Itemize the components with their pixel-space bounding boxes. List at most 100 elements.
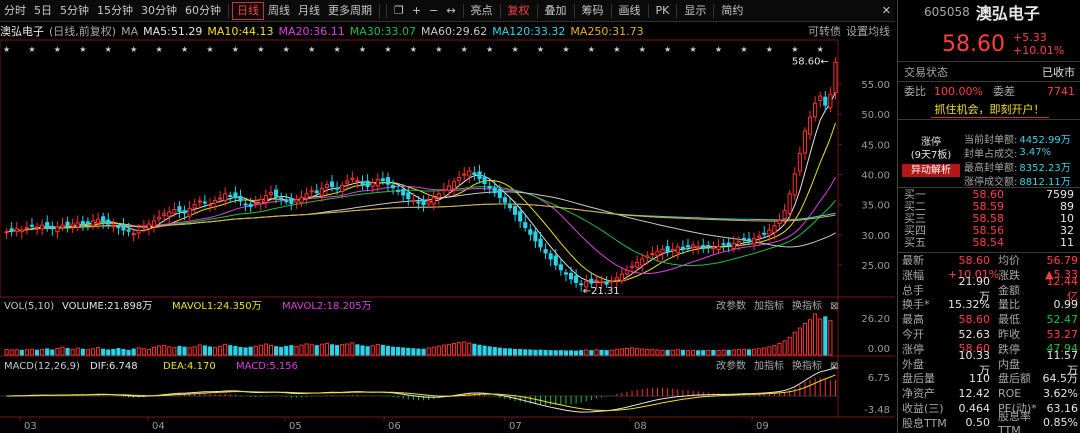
candle[interactable] — [441, 182, 446, 196]
candle[interactable] — [75, 215, 80, 232]
event-marker[interactable]: ★ — [613, 45, 620, 54]
candle[interactable] — [238, 189, 243, 207]
candle[interactable] — [696, 240, 701, 254]
candle[interactable] — [528, 223, 533, 241]
candle[interactable] — [111, 219, 116, 233]
indicator-button[interactable]: 改参数 — [716, 359, 746, 372]
event-marker[interactable]: ★ — [664, 45, 671, 54]
candle[interactable] — [833, 57, 838, 100]
candle[interactable] — [207, 198, 213, 212]
candle[interactable] — [212, 196, 218, 211]
candle[interactable] — [752, 232, 757, 251]
close-icon[interactable]: ⊠ — [830, 301, 838, 312]
candle[interactable] — [263, 189, 268, 209]
candle[interactable] — [24, 221, 29, 235]
candle[interactable] — [228, 191, 233, 203]
candle[interactable] — [746, 231, 752, 245]
event-marker[interactable]: ★ — [486, 45, 493, 54]
candle[interactable] — [797, 146, 802, 177]
candle[interactable] — [192, 198, 197, 215]
indicator-button[interactable]: 改参数 — [716, 299, 746, 312]
event-marker[interactable]: ★ — [562, 45, 569, 54]
candle[interactable] — [131, 229, 136, 242]
candle[interactable] — [258, 194, 263, 211]
candle[interactable] — [462, 167, 467, 181]
event-marker[interactable]: ★ — [384, 45, 391, 54]
event-marker[interactable]: ★ — [232, 45, 239, 54]
candle[interactable] — [792, 167, 797, 201]
candle[interactable] — [670, 242, 675, 257]
event-marker[interactable]: ★ — [740, 45, 747, 54]
candle[interactable] — [675, 243, 680, 260]
event-marker[interactable]: ★ — [511, 45, 518, 54]
candle[interactable] — [685, 238, 691, 253]
candle[interactable] — [151, 214, 157, 233]
event-marker[interactable]: ★ — [461, 45, 468, 54]
candle[interactable] — [619, 266, 624, 285]
candle[interactable] — [4, 228, 9, 240]
candle[interactable] — [762, 226, 767, 239]
candle[interactable] — [741, 233, 746, 246]
candle[interactable] — [777, 213, 782, 229]
candle[interactable] — [426, 193, 431, 209]
event-marker[interactable]: ★ — [54, 45, 61, 54]
event-marker[interactable]: ★ — [766, 45, 773, 54]
candle[interactable] — [106, 213, 111, 230]
candle[interactable] — [818, 91, 823, 108]
candle[interactable] — [14, 221, 19, 237]
candle[interactable] — [157, 210, 162, 224]
candle[interactable] — [451, 177, 457, 197]
event-marker[interactable]: ★ — [181, 45, 188, 54]
kline-chart[interactable]: 55.00 50.00 45.00 40.00 35.00 30.00 25.00 ★ ★ ★ ★ ★… — [0, 0, 895, 433]
candle[interactable] — [70, 218, 75, 234]
event-marker[interactable]: ★ — [283, 45, 290, 54]
candle[interactable] — [324, 180, 329, 195]
candle[interactable] — [614, 271, 619, 287]
candle[interactable] — [548, 249, 553, 267]
candle[interactable] — [563, 269, 569, 282]
candle[interactable] — [543, 243, 548, 260]
candle[interactable] — [319, 182, 324, 202]
candle[interactable] — [40, 219, 45, 236]
candle[interactable] — [477, 164, 482, 184]
candle[interactable] — [507, 197, 513, 212]
candle[interactable] — [177, 201, 182, 218]
event-marker[interactable]: ★ — [359, 45, 366, 54]
candle[interactable] — [807, 110, 813, 140]
candle[interactable] — [243, 199, 248, 212]
candle[interactable] — [802, 127, 808, 161]
candle[interactable] — [711, 241, 716, 255]
event-marker[interactable]: ★ — [105, 45, 112, 54]
candle[interactable] — [558, 258, 563, 276]
event-marker[interactable]: ★ — [130, 45, 137, 54]
event-marker[interactable]: ★ — [308, 45, 315, 54]
candle[interactable] — [828, 87, 833, 113]
candle[interactable] — [146, 219, 152, 236]
candle[interactable] — [90, 213, 96, 230]
candle[interactable] — [436, 189, 441, 205]
candle[interactable] — [80, 215, 85, 231]
event-marker[interactable]: ★ — [3, 45, 10, 54]
candle[interactable] — [421, 195, 426, 212]
candle[interactable] — [350, 171, 355, 185]
candle[interactable] — [568, 266, 574, 285]
candle[interactable] — [533, 227, 538, 248]
event-marker[interactable]: ★ — [715, 45, 722, 54]
indicator-button[interactable]: 换指标 — [792, 299, 822, 312]
event-marker[interactable]: ★ — [588, 45, 595, 54]
event-marker[interactable]: ★ — [791, 45, 798, 54]
candle[interactable] — [655, 244, 660, 262]
event-marker[interactable]: ★ — [206, 45, 213, 54]
candle[interactable] — [273, 184, 279, 204]
candle[interactable] — [360, 175, 365, 191]
candle[interactable] — [650, 246, 655, 259]
candle[interactable] — [9, 222, 14, 237]
candle[interactable] — [787, 189, 792, 221]
candle[interactable] — [121, 217, 126, 236]
candle[interactable] — [660, 244, 665, 261]
event-marker[interactable]: ★ — [410, 45, 417, 54]
candle[interactable] — [635, 255, 640, 272]
candle[interactable] — [390, 179, 396, 195]
close-icon[interactable]: ⊠ — [830, 361, 838, 372]
candle[interactable] — [345, 174, 350, 189]
